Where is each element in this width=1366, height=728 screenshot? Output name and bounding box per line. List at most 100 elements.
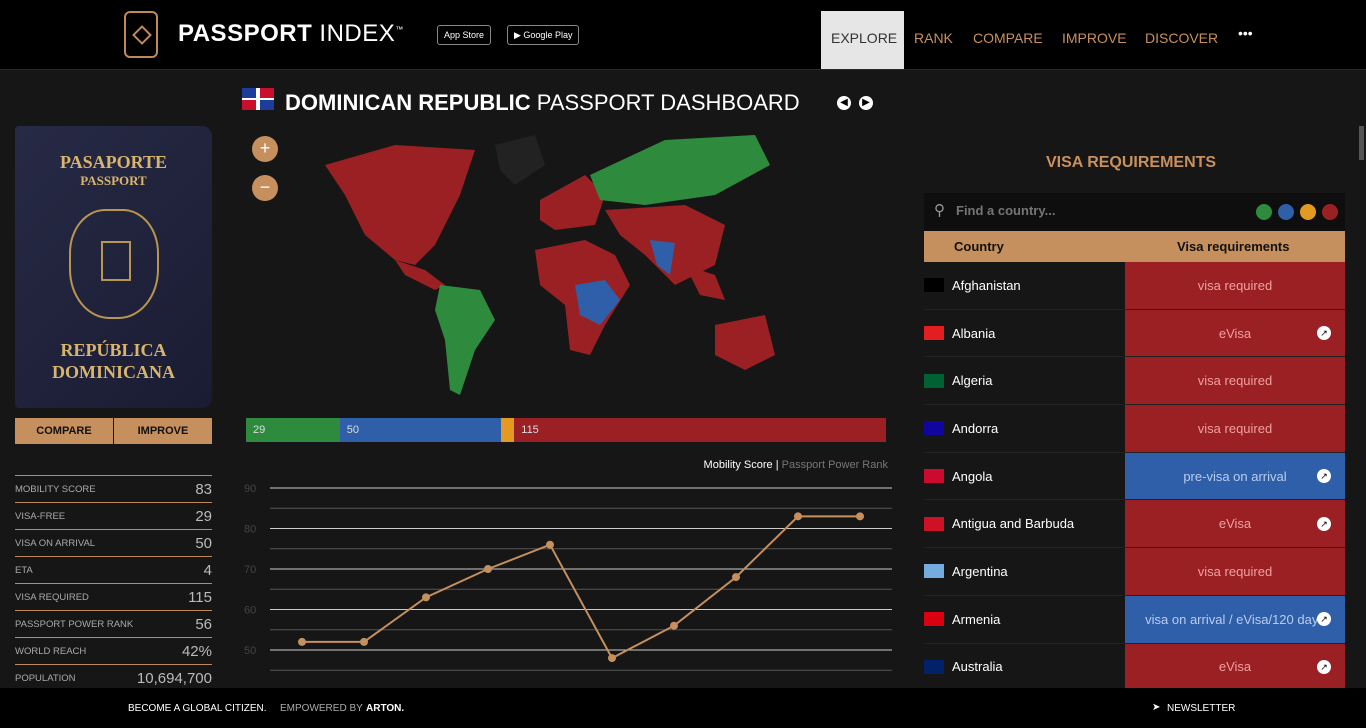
previous-arrow-icon[interactable]: ◀ <box>837 96 851 110</box>
table-row[interactable]: Albania eVisa ↗ <box>924 309 1345 358</box>
column-country[interactable]: Country <box>954 239 1004 254</box>
brand-logo[interactable]: PASSPORT INDEX™ <box>178 20 404 48</box>
external-link-icon[interactable]: ↗ <box>1317 612 1331 627</box>
external-link-icon[interactable]: ↗ <box>1317 659 1331 674</box>
data-point[interactable] <box>732 573 740 582</box>
table-row[interactable]: Armenia visa on arrival / eVisa/120 days ↗ <box>924 595 1345 644</box>
visa-table-body: Afghanistan visa required Albania eVisa ↗ Alg… <box>924 262 1345 692</box>
country-search-input[interactable] <box>956 203 1156 218</box>
table-row[interactable]: Andorra visa required <box>924 405 1345 453</box>
country-flag-icon <box>924 612 944 627</box>
country-name[interactable]: Argentina <box>952 564 1008 579</box>
visa-requirement-cell: visa required <box>1125 405 1345 452</box>
country-name[interactable]: Algeria <box>952 373 992 388</box>
map-australia <box>715 315 775 370</box>
country-search-bar: ⚲ <box>924 193 1345 231</box>
country-name[interactable]: Armenia <box>952 612 1000 627</box>
nav-explore[interactable]: EXPLORE <box>821 11 904 69</box>
map-south-america <box>435 285 495 395</box>
stat-row: VISA-FREE 29 <box>15 502 212 529</box>
stat-value: 83 <box>195 480 212 498</box>
bar-segment-visa-free: 29 <box>246 418 340 442</box>
title-country: DOMINICAN REPUBLIC <box>285 90 531 115</box>
country-cell: Armenia <box>924 596 1125 643</box>
data-point[interactable] <box>484 565 492 573</box>
country-name[interactable]: Angola <box>952 469 992 484</box>
data-point[interactable] <box>298 637 306 646</box>
visa-requirement-cell: visa on arrival / eVisa/120 days ↗ <box>1125 595 1345 643</box>
external-link-icon[interactable]: ↗ <box>1317 469 1331 484</box>
data-point[interactable] <box>360 637 368 646</box>
stats-table: MOBILITY SCORE 83 VISA-FREE 29 VISA ON ARRIV… <box>15 475 212 691</box>
map-se-asia <box>685 265 725 300</box>
visa-requirement-text: visa required <box>1197 373 1273 389</box>
visa-requirement-cell: visa required <box>1125 548 1345 595</box>
scrollbar[interactable] <box>1359 126 1364 160</box>
country-flag-icon <box>924 516 944 531</box>
filter-visa-required-dot[interactable] <box>1322 204 1338 220</box>
filter-visa-on-arrival-dot[interactable] <box>1278 204 1294 220</box>
visa-requirement-text: visa on arrival / eVisa/120 days <box>1145 611 1325 627</box>
stat-value: 42% <box>181 642 212 660</box>
country-name[interactable]: Afghanistan <box>952 278 1021 293</box>
compare-button[interactable]: COMPARE <box>15 418 113 444</box>
visa-requirement-text: eVisa <box>1218 516 1252 532</box>
data-point[interactable] <box>856 512 864 521</box>
country-name[interactable]: Antigua and Barbuda <box>952 516 1074 531</box>
country-name[interactable]: Australia <box>952 659 1003 674</box>
top-header: PASSPORT INDEX™ App Store ▶ Google Play … <box>0 0 1366 70</box>
world-map[interactable] <box>245 125 885 405</box>
dominican-republic-flag <box>242 88 274 110</box>
stat-value: 115 <box>188 588 212 606</box>
filter-eta-dot[interactable] <box>1300 204 1316 220</box>
nav-discover[interactable]: DISCOVER <box>1135 11 1228 69</box>
country-name[interactable]: Albania <box>952 326 995 341</box>
data-point[interactable] <box>608 654 616 663</box>
external-link-icon[interactable]: ↗ <box>1317 326 1331 341</box>
stat-label: VISA ON ARRIVAL <box>15 537 96 549</box>
visa-requirement-cell: pre-visa on arrival ↗ <box>1125 452 1345 500</box>
stat-value: 56 <box>195 615 212 633</box>
next-arrow-icon[interactable]: ▶ <box>859 96 873 110</box>
newsletter-link[interactable]: NEWSLETTER <box>1167 703 1235 714</box>
stat-label: PASSPORT POWER RANK <box>15 618 134 630</box>
table-row[interactable]: Australia eVisa ↗ <box>924 643 1345 692</box>
visa-requirement-cell: eVisa ↗ <box>1125 309 1345 357</box>
map-greenland <box>495 135 545 185</box>
y-tick-label: 60 <box>244 605 256 617</box>
arton-link[interactable]: ARTON. <box>366 703 404 714</box>
y-tick-label: 50 <box>244 645 256 657</box>
table-row[interactable]: Antigua and Barbuda eVisa ↗ <box>924 500 1345 549</box>
nav-compare[interactable]: COMPARE <box>963 11 1053 69</box>
app-store-button[interactable]: App Store <box>437 25 492 45</box>
data-point[interactable] <box>794 512 802 521</box>
country-name[interactable]: Andorra <box>952 421 998 436</box>
table-row[interactable]: Argentina visa required <box>924 548 1345 596</box>
series-line <box>302 515 860 660</box>
table-row[interactable]: Algeria visa required <box>924 357 1345 406</box>
logo-icon[interactable] <box>124 11 158 58</box>
data-point[interactable] <box>422 593 430 602</box>
table-row[interactable]: Afghanistan visa required <box>924 262 1345 310</box>
google-play-button[interactable]: ▶ Google Play <box>507 25 580 45</box>
bar-segment-visa-on-arrival: 50 <box>339 418 502 442</box>
country-cell: Afghanistan <box>924 262 1125 309</box>
coat-of-arms-icon <box>68 209 159 319</box>
more-menu-icon[interactable]: ••• <box>1228 11 1263 69</box>
nav-improve[interactable]: IMPROVE <box>1052 11 1137 69</box>
external-link-icon[interactable]: ↗ <box>1317 516 1331 531</box>
data-point[interactable] <box>546 540 554 549</box>
column-visa-requirements[interactable]: Visa requirements <box>1177 239 1289 254</box>
improve-button[interactable]: IMPROVE <box>114 418 212 444</box>
country-cell: Antigua and Barbuda <box>924 500 1125 547</box>
filter-visa-free-dot[interactable] <box>1256 204 1272 220</box>
stat-value: 50 <box>195 534 212 552</box>
table-row[interactable]: Angola pre-visa on arrival ↗ <box>924 452 1345 501</box>
footer-empowered: EMPOWERED BY <box>280 703 363 714</box>
country-flag-icon <box>924 469 944 484</box>
trademark: ™ <box>395 25 404 34</box>
nav-rank[interactable]: RANK <box>904 11 963 69</box>
stat-label: WORLD REACH <box>15 645 87 657</box>
data-point[interactable] <box>670 621 678 630</box>
y-tick-label: 70 <box>244 564 256 576</box>
